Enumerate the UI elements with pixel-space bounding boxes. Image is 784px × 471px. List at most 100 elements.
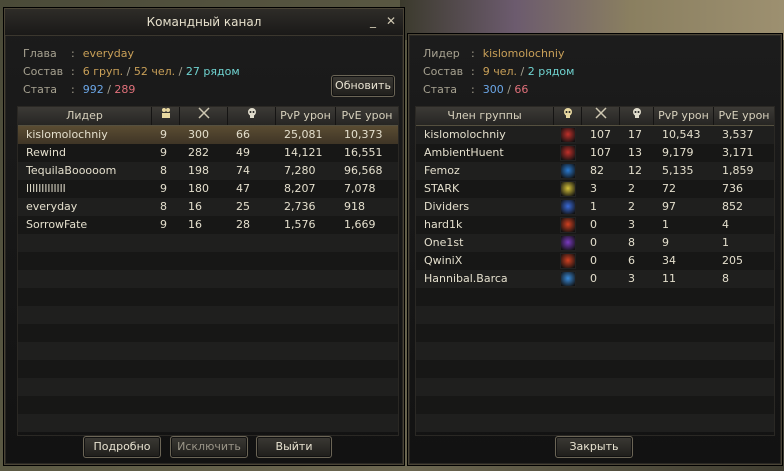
table-row[interactable]: Femoz 82 12 5,135 1,859	[416, 162, 774, 180]
stats-info: Стата:992 / 289	[23, 83, 136, 96]
table-row[interactable]: everyday 8 16 25 2,736 918	[18, 198, 398, 216]
cell-name: Rewind	[26, 146, 66, 159]
window-titlebar[interactable]: Командный канал _ ✕	[5, 9, 403, 36]
cell-name: kislomolochniy	[424, 128, 506, 141]
cell-deaths: 49	[236, 146, 250, 159]
table-row[interactable]: hard1k 0 3 1 4	[416, 216, 774, 234]
class-icon	[560, 199, 576, 215]
cell-name: Femoz	[424, 164, 460, 177]
table-row	[416, 378, 774, 396]
cell-pvp: 1,576	[284, 218, 316, 231]
cell-pvp: 25,081	[284, 128, 323, 141]
cell-pve: 8	[722, 272, 729, 285]
cell-name: lllllllllllll	[26, 182, 66, 195]
cell-kills: 282	[188, 146, 209, 159]
cell-pvp: 11	[662, 272, 676, 285]
group-details-window: Лидер: kislomolochniy Состав:9 чел. / 2 р…	[408, 34, 782, 465]
cell-pve: 205	[722, 254, 743, 267]
cell-pve: 852	[722, 200, 743, 213]
table-row	[18, 234, 398, 252]
refresh-button[interactable]: Обновить	[331, 75, 395, 97]
table-row[interactable]: kislomolochniy 9 300 66 25,081 10,373	[18, 126, 398, 144]
close-icon[interactable]: ✕	[385, 15, 397, 27]
table-row[interactable]: SorrowFate 9 16 28 1,576 1,669	[18, 216, 398, 234]
cell-pve: 4	[722, 218, 729, 231]
right-composition-info: Состав:9 чел. / 2 рядом	[423, 65, 575, 78]
col-pve[interactable]: PvE урон	[714, 107, 774, 125]
col-pvp[interactable]: PvP урон	[654, 107, 714, 125]
cell-deaths: 28	[236, 218, 250, 231]
cell-deaths: 12	[628, 164, 642, 177]
minimize-icon[interactable]: _	[367, 15, 379, 27]
close-button[interactable]: Закрыть	[555, 436, 633, 458]
cell-deaths: 8	[628, 236, 635, 249]
table-row[interactable]: lllllllllllll 9 180 47 8,207 7,078	[18, 180, 398, 198]
cell-members: 8	[160, 200, 167, 213]
col-leader[interactable]: Лидер	[18, 107, 152, 125]
table-row[interactable]: QwiniX 0 6 34 205	[416, 252, 774, 270]
cell-class	[554, 252, 582, 270]
cell-pvp: 1	[662, 218, 669, 231]
cell-class	[554, 180, 582, 198]
table-row[interactable]: kislomolochniy 107 17 10,543 3,537	[416, 126, 774, 144]
table-row	[18, 270, 398, 288]
table-row[interactable]: Hannibal.Barca 0 3 11 8	[416, 270, 774, 288]
kick-button[interactable]: Исключить	[170, 436, 248, 458]
details-button[interactable]: Подробно	[83, 436, 161, 458]
cell-pvp: 34	[662, 254, 676, 267]
cell-class	[554, 126, 582, 144]
table-row[interactable]: Dividers 1 2 97 852	[416, 198, 774, 216]
table-row	[18, 324, 398, 342]
cell-kills: 0	[590, 254, 597, 267]
cell-name: hard1k	[424, 218, 463, 231]
table-row[interactable]: TequilaBooooom 8 198 74 7,280 96,568	[18, 162, 398, 180]
cell-kills: 0	[590, 236, 597, 249]
col-member[interactable]: Член группы	[416, 107, 554, 125]
table-row[interactable]: One1st 0 8 9 1	[416, 234, 774, 252]
skull-icon[interactable]	[620, 107, 654, 125]
cell-deaths: 66	[236, 128, 250, 141]
table-row[interactable]: STARK 3 2 72 736	[416, 180, 774, 198]
cell-class	[554, 144, 582, 162]
table-row	[18, 360, 398, 378]
cell-pve: 1,669	[344, 218, 376, 231]
table-row[interactable]: AmbientHuent 107 13 9,179 3,171	[416, 144, 774, 162]
stats-b: 289	[114, 83, 136, 96]
cell-class	[554, 216, 582, 234]
table-row	[416, 288, 774, 306]
cell-members: 9	[160, 128, 167, 141]
cell-deaths: 2	[628, 200, 635, 213]
skull-icon[interactable]	[228, 107, 276, 125]
cell-pve: 7,078	[344, 182, 376, 195]
col-pve[interactable]: PvE урон	[336, 107, 398, 125]
cell-pvp: 9,179	[662, 146, 694, 159]
cell-pve: 96,568	[344, 164, 383, 177]
people-icon[interactable]	[152, 107, 180, 125]
swords-icon[interactable]	[180, 107, 228, 125]
right-stats-a: 300	[482, 83, 504, 96]
class-icon	[560, 181, 576, 197]
table-row	[18, 396, 398, 414]
leader-label: Глава	[23, 47, 57, 60]
right-leader-info: Лидер: kislomolochniy	[423, 47, 565, 60]
cell-members: 9	[160, 182, 167, 195]
leader-value: everyday	[82, 47, 135, 60]
cell-pve: 3,171	[722, 146, 754, 159]
table-row[interactable]: Rewind 9 282 49 14,121 16,551	[18, 144, 398, 162]
cell-kills: 3	[590, 182, 597, 195]
command-channel-window: Командный канал _ ✕ Глава: everyday Соста…	[4, 8, 404, 465]
class-skull-icon[interactable]	[554, 107, 582, 125]
composition-people: 52 чел.	[133, 65, 176, 78]
cell-deaths: 47	[236, 182, 250, 195]
window-title: Командный канал	[146, 15, 262, 29]
cell-deaths: 3	[628, 272, 635, 285]
cell-kills: 0	[590, 272, 597, 285]
exit-button[interactable]: Выйти	[256, 436, 332, 458]
cell-name: QwiniX	[424, 254, 463, 267]
swords-icon[interactable]	[582, 107, 620, 125]
composition-groups: 6 груп.	[82, 65, 124, 78]
cell-kills: 300	[188, 128, 209, 141]
col-pvp[interactable]: PvP урон	[276, 107, 336, 125]
cell-kills: 0	[590, 218, 597, 231]
cell-pve: 1	[722, 236, 729, 249]
